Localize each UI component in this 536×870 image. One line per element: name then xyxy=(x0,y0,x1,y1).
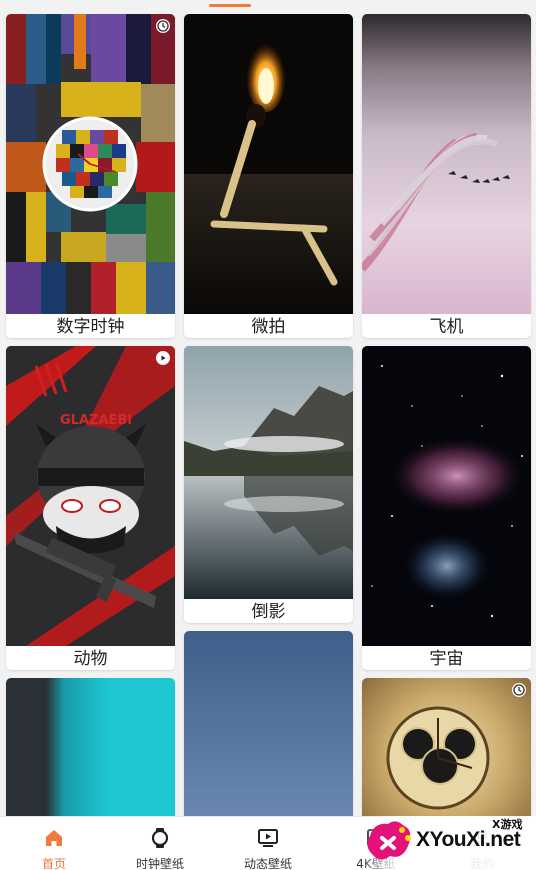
wallpaper-card-match[interactable]: 微拍 xyxy=(184,14,353,338)
wallpaper-card-digital-clock[interactable]: 数字时钟 xyxy=(6,14,175,338)
wallpaper-thumbnail xyxy=(362,678,531,818)
clock-badge-icon xyxy=(156,19,170,33)
wallpaper-thumbnail xyxy=(362,346,531,646)
site-watermark: X游戏 XYouXi.net xyxy=(360,812,536,870)
watermark-main-text: XYouXi.net xyxy=(416,828,521,851)
wallpaper-caption: 飞机 xyxy=(429,317,464,337)
wallpaper-card-airplanes[interactable]: 飞机 xyxy=(362,14,531,338)
watch-icon xyxy=(151,828,169,848)
play-badge-icon xyxy=(156,351,170,365)
wallpaper-thumbnail xyxy=(6,14,175,314)
nav-label: 动态壁纸 xyxy=(243,857,292,870)
wallpaper-caption: 宇宙 xyxy=(429,649,464,669)
nav-label: 首页 xyxy=(41,857,66,870)
wallpaper-thumbnail xyxy=(6,678,175,818)
play-screen-icon xyxy=(258,829,278,847)
home-icon xyxy=(46,830,62,846)
wallpaper-card-cyan[interactable] xyxy=(6,678,175,818)
nav-live-wallpaper[interactable]: 动态壁纸 xyxy=(218,817,318,870)
nav-home[interactable]: 首页 xyxy=(4,817,104,870)
wallpaper-thumbnail xyxy=(362,14,531,314)
wallpaper-card-gold-clock[interactable] xyxy=(362,678,531,818)
wallpaper-card-reflection[interactable]: 倒影 xyxy=(184,346,353,623)
wallpaper-thumbnail xyxy=(184,631,353,818)
wallpaper-caption: 微拍 xyxy=(251,317,286,337)
clock-badge-icon xyxy=(512,683,526,697)
wallpaper-caption: 动物 xyxy=(73,649,108,669)
wallpaper-thumbnail xyxy=(184,346,353,599)
svg-text:GLAZAEBI: GLAZAEBI xyxy=(60,413,132,428)
wallpaper-thumbnail xyxy=(184,14,353,314)
wallpaper-card-blue-sky[interactable] xyxy=(184,631,353,818)
nav-clock-wallpaper[interactable]: 时钟壁纸 xyxy=(110,817,210,870)
nav-label: 时钟壁纸 xyxy=(135,857,184,870)
wallpaper-card-universe[interactable]: 宇宙 xyxy=(362,346,531,670)
top-indicator xyxy=(209,4,251,7)
wallpaper-thumbnail: GLAZAEBI xyxy=(6,346,175,646)
wallpaper-caption: 倒影 xyxy=(251,602,286,622)
wallpaper-caption: 数字时钟 xyxy=(56,317,125,337)
wallpaper-card-animal[interactable]: GLAZAEBI 动物 xyxy=(6,346,175,670)
